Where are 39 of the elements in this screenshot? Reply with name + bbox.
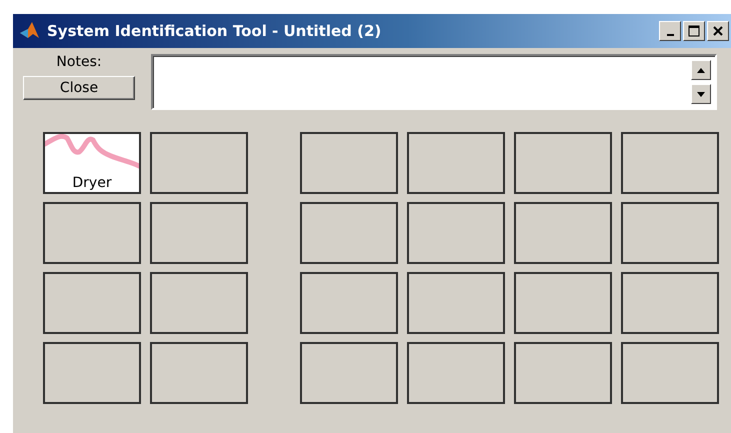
empty-slot[interactable]: [150, 202, 248, 264]
empty-slot[interactable]: [150, 272, 248, 334]
empty-slot[interactable]: [300, 342, 398, 404]
empty-slot[interactable]: [150, 132, 248, 194]
empty-slot[interactable]: [514, 132, 612, 194]
empty-slot[interactable]: [150, 342, 248, 404]
empty-slot[interactable]: [621, 272, 719, 334]
close-icon: [712, 25, 724, 37]
notes-label: Notes:: [56, 54, 102, 70]
empty-slot[interactable]: [300, 202, 398, 264]
empty-slot[interactable]: [514, 272, 612, 334]
close-button[interactable]: Close: [23, 76, 135, 100]
empty-slot[interactable]: [300, 272, 398, 334]
empty-slot[interactable]: [407, 272, 505, 334]
window-title: System Identification Tool - Untitled (2): [47, 22, 382, 40]
empty-slot[interactable]: [514, 342, 612, 404]
minimize-button[interactable]: [659, 21, 681, 41]
empty-slot[interactable]: [407, 202, 505, 264]
empty-slot[interactable]: [407, 342, 505, 404]
maximize-icon: [688, 25, 700, 37]
notes-field[interactable]: [151, 54, 717, 110]
empty-slot[interactable]: [621, 132, 719, 194]
down-arrow-icon: [697, 92, 705, 96]
empty-slot[interactable]: [514, 202, 612, 264]
minimize-icon: [666, 34, 674, 36]
data-slot[interactable]: Dryer: [43, 132, 141, 194]
empty-slot[interactable]: [43, 342, 141, 404]
empty-slot[interactable]: [407, 132, 505, 194]
empty-slot[interactable]: [43, 272, 141, 334]
close-button[interactable]: [707, 21, 729, 41]
scroll-up-button[interactable]: [691, 60, 711, 80]
maximize-button[interactable]: [683, 21, 705, 41]
empty-slot[interactable]: [621, 202, 719, 264]
scroll-down-button[interactable]: [691, 84, 711, 104]
empty-slot[interactable]: [43, 202, 141, 264]
up-arrow-icon: [697, 68, 705, 72]
data-name: Dryer: [72, 175, 112, 191]
empty-slot[interactable]: [621, 342, 719, 404]
empty-slot[interactable]: [300, 132, 398, 194]
